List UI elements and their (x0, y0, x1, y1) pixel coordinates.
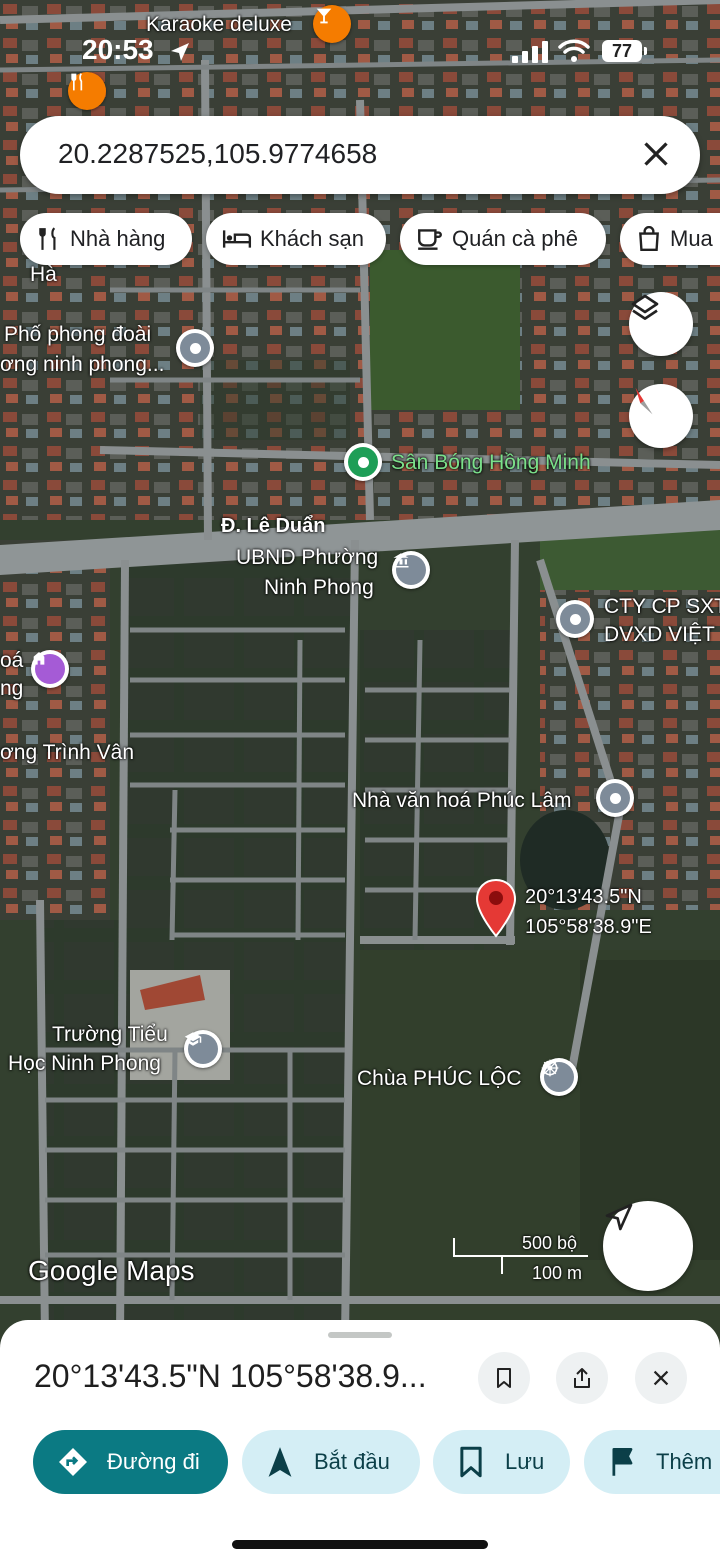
search-bar[interactable]: 20.2287525,105.9774658 (20, 116, 700, 194)
government-pin-icon[interactable] (392, 551, 430, 589)
my-location-button[interactable] (603, 1201, 693, 1291)
more-label: Thêm (656, 1449, 713, 1474)
place-bottom-sheet: 20°13'43.5"N 105°58'38.9... Đường đi Bắt… (0, 1320, 720, 1564)
place-pho-phong-pin-icon[interactable] (176, 329, 214, 367)
place-pagoda-label: Chùa PHÚC LỘC (357, 1067, 522, 1090)
save-button[interactable]: Lưu (433, 1430, 570, 1494)
scale-meters-label: 100 m (532, 1263, 583, 1283)
search-query[interactable]: 20.2287525,105.9774658 (58, 138, 377, 170)
start-label: Bắt đầu (314, 1449, 390, 1474)
compass-icon (635, 387, 653, 415)
share-button[interactable] (556, 1352, 608, 1404)
company-pin-icon[interactable] (556, 600, 594, 638)
chip-shopping-label: Mua (670, 226, 713, 251)
street-le-duan-label: Đ. Lê Duẩn (221, 515, 326, 537)
satellite-imagery (0, 0, 720, 1340)
share-icon (574, 1368, 590, 1388)
cafe-icon (418, 229, 442, 250)
navigation-arrow-icon (605, 1203, 633, 1231)
chip-cafes[interactable]: Quán cà phê (400, 213, 606, 265)
place-school-label-2: Học Ninh Phong (8, 1052, 161, 1075)
save-icon-button[interactable] (478, 1352, 530, 1404)
chip-restaurants[interactable]: Nhà hàng (20, 213, 192, 265)
battery-indicator: 77 (602, 40, 647, 62)
close-icon[interactable] (638, 136, 674, 172)
bookmark-icon (497, 1368, 511, 1388)
chip-hotels-label: Khách sạn (260, 226, 364, 251)
place-cty-label-2: DVXD VIỆT (604, 623, 715, 646)
google-maps-logo: Google Maps (28, 1255, 195, 1286)
wifi-icon (558, 39, 590, 62)
directions-label: Đường đi (107, 1449, 200, 1474)
bookmark-icon (460, 1446, 482, 1478)
chip-shopping[interactable]: Mua (620, 213, 720, 265)
place-ubnd-label-1: UBND Phường (236, 546, 379, 569)
map-view[interactable]: Karaoke deluxe Hà Phố phong đoài ơng nin… (0, 0, 720, 1340)
shopping-icon (639, 226, 659, 252)
school-pin-icon[interactable] (184, 1030, 222, 1068)
street-ha-label: Hà (30, 263, 57, 286)
restaurant-icon (39, 227, 56, 250)
save-label: Lưu (505, 1449, 545, 1474)
place-ubnd-label-2: Ninh Phong (264, 576, 374, 599)
status-bar: 20:53 77 (0, 0, 720, 100)
flag-icon (612, 1448, 633, 1476)
scale-feet-label: 500 bộ (522, 1233, 578, 1253)
directions-icon (59, 1448, 87, 1476)
place-title: 20°13'43.5"N 105°58'38.9... (34, 1358, 427, 1394)
place-pho-phong-label-2: ơng ninh phong... (0, 353, 165, 376)
status-time: 20:53 (82, 34, 154, 65)
close-sheet-button[interactable] (635, 1352, 687, 1404)
directions-button[interactable]: Đường đi (33, 1430, 228, 1494)
layers-button[interactable] (629, 292, 693, 356)
cellular-signal-icon (512, 41, 548, 63)
chip-cafes-label: Quán cà phê (452, 226, 578, 251)
pagoda-pin-icon[interactable] (540, 1058, 578, 1096)
place-trinh-van-label: ơng Trình Vân (0, 741, 135, 764)
place-school-label-1: Trường Tiểu (52, 1023, 168, 1046)
home-indicator[interactable] (232, 1540, 488, 1549)
place-stadium-label: Sân Bóng Hồng Minh (391, 451, 591, 474)
location-arrow-icon (171, 43, 189, 61)
pin-longitude-label: 105°58'38.9"E (525, 916, 652, 938)
culture-pin-icon[interactable] (31, 650, 69, 688)
navigation-arrow-icon (268, 1447, 292, 1477)
start-button[interactable]: Bắt đầu (242, 1430, 420, 1494)
place-van-hoa-label: Nhà văn hoá Phúc Lâm (352, 789, 572, 812)
pin-latitude-label: 20°13'43.5"N (525, 886, 642, 908)
hotel-icon (222, 230, 252, 248)
dropped-pin-icon[interactable] (474, 878, 518, 940)
chip-restaurants-label: Nhà hàng (70, 226, 166, 251)
more-button[interactable]: Thêm (584, 1430, 720, 1494)
place-cty-label-1: CTY CP SXT (604, 595, 720, 618)
chip-hotels[interactable]: Khách sạn (206, 213, 386, 265)
layers-icon (631, 294, 659, 320)
close-icon (653, 1370, 669, 1386)
compass-button[interactable] (629, 384, 693, 448)
place-hoa-label: oá (0, 649, 24, 672)
place-pho-phong-label-1: Phố phong đoài (4, 323, 152, 346)
van-hoa-pin-icon[interactable] (596, 779, 634, 817)
place-ng-label: ng (0, 677, 24, 700)
stadium-pin-icon[interactable] (344, 443, 382, 481)
sheet-drag-handle[interactable] (328, 1332, 392, 1338)
